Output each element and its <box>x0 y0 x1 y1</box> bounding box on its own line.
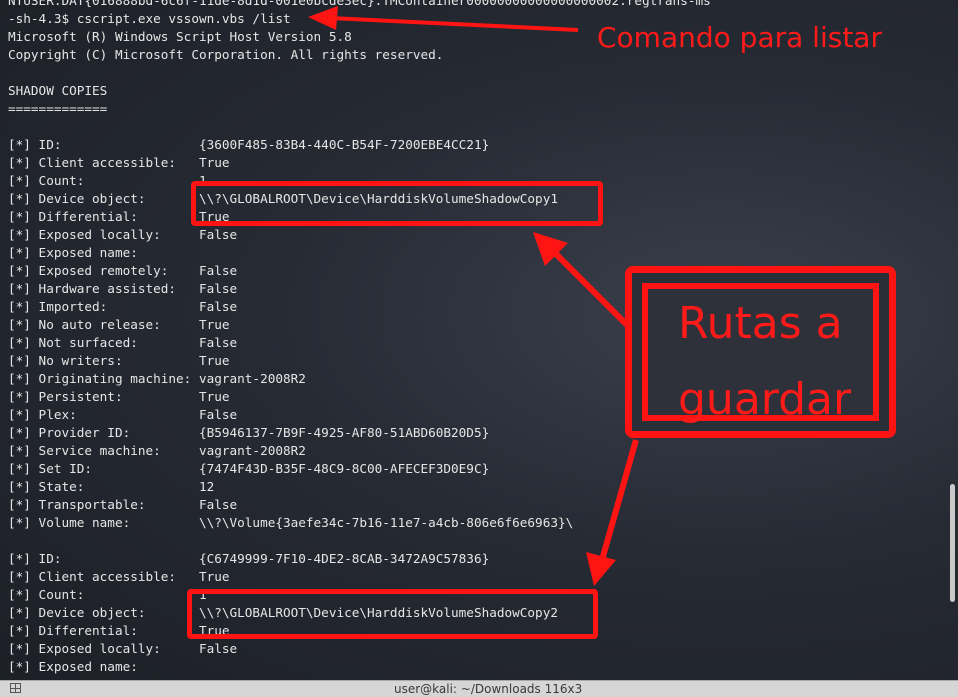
statusbar-title: user@kali: ~/Downloads 116x3 <box>394 682 583 696</box>
window-layout-icon[interactable] <box>10 683 21 693</box>
highlight-device-object-2 <box>187 589 598 639</box>
arrow-to-path-1 <box>533 232 631 329</box>
terminal-window[interactable]: NTUSER.DAT{016888bd-6c6f-11de-8d1d-001e0… <box>0 0 958 697</box>
arrow-to-path-2 <box>586 439 639 586</box>
paths-annotation-line1: Rutas a <box>678 298 843 349</box>
command-annotation-label: Comando para listar <box>597 21 882 54</box>
paths-annotation-box: Rutas a guardar <box>625 266 896 438</box>
terminal-statusbar: user@kali: ~/Downloads 116x3 <box>0 680 958 697</box>
paths-annotation-line2: guardar <box>678 374 852 425</box>
arrow-to-command <box>308 6 579 32</box>
highlight-device-object-1 <box>191 181 603 226</box>
